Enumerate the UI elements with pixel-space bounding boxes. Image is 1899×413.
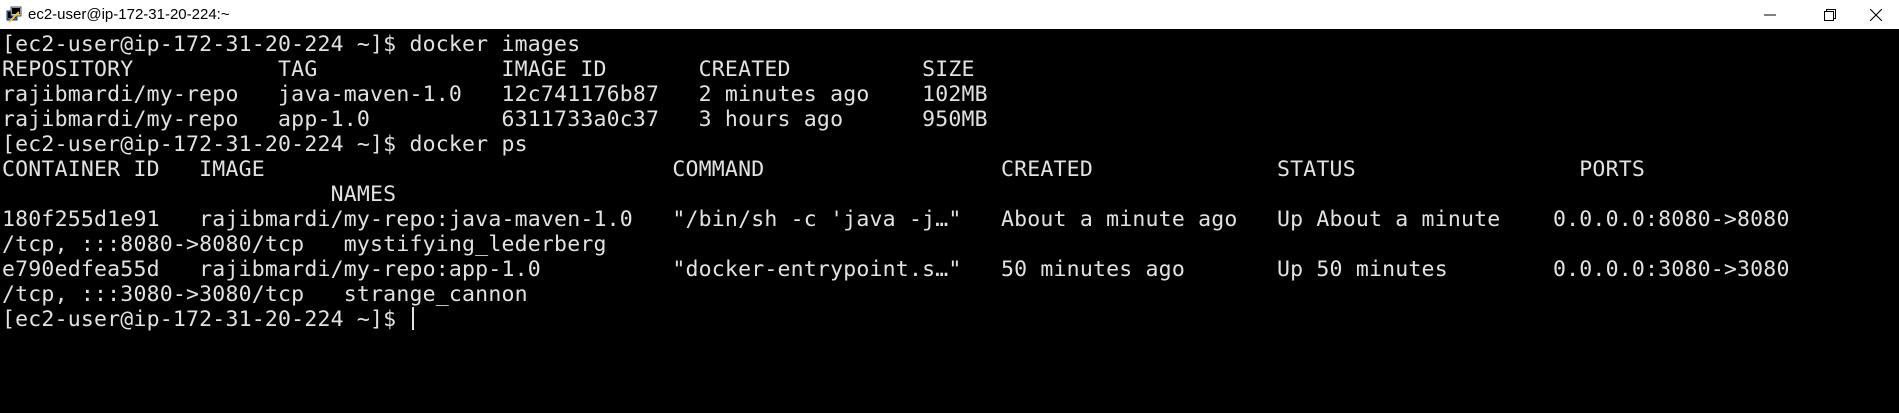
terminal-line: rajibmardi/my-repo app-1.0 6311733a0c37 … (2, 107, 988, 132)
terminal-line: e790edfea55d rajibmardi/my-repo:app-1.0 … (2, 257, 1790, 282)
terminal-line: /tcp, :::3080->3080/tcp strange_cannon (2, 282, 528, 307)
window-titlebar[interactable]: ec2-user@ip-172-31-20-224:~ (0, 0, 1899, 29)
close-button[interactable] (1853, 0, 1899, 29)
terminal-prompt-line[interactable]: [ec2-user@ip-172-31-20-224 ~]$ (2, 307, 415, 332)
terminal-line: [ec2-user@ip-172-31-20-224 ~]$ docker ps (2, 132, 528, 157)
terminal-line: REPOSITORY TAG IMAGE ID CREATED SIZE (2, 57, 975, 82)
terminal-output[interactable]: [ec2-user@ip-172-31-20-224 ~]$ docker im… (0, 29, 1899, 413)
terminal-line: [ec2-user@ip-172-31-20-224 ~]$ docker im… (2, 32, 581, 57)
terminal-line: /tcp, :::8080->8080/tcp mystifying_leder… (2, 232, 607, 257)
close-icon (1870, 8, 1882, 21)
restore-icon (1824, 8, 1836, 21)
terminal-line: 180f255d1e91 rajibmardi/my-repo:java-mav… (2, 207, 1790, 232)
putty-terminal-icon (5, 6, 23, 24)
terminal-line: rajibmardi/my-repo java-maven-1.0 12c741… (2, 82, 988, 107)
terminal-line: NAMES (2, 182, 397, 207)
terminal-line: CONTAINER ID IMAGE COMMAND CREATED STATU… (2, 157, 1646, 182)
window-title: ec2-user@ip-172-31-20-224:~ (28, 6, 230, 23)
text-cursor (412, 307, 415, 330)
minimize-button[interactable] (1747, 0, 1793, 29)
maximize-button[interactable] (1807, 0, 1853, 29)
minimize-icon (1764, 9, 1776, 21)
prompt-text: [ec2-user@ip-172-31-20-224 ~]$ (2, 307, 410, 332)
